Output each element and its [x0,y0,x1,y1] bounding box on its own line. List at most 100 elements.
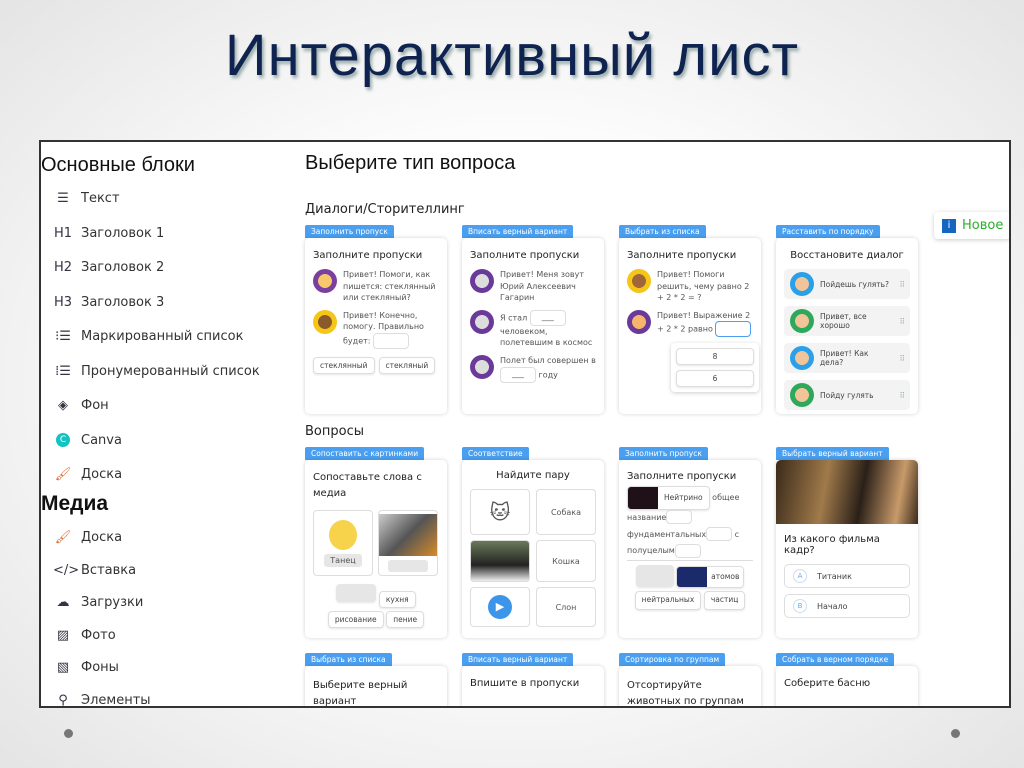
match-word[interactable]: Кошка [536,540,596,582]
new-badge-label: Новое [962,218,1004,233]
sidebar-item[interactable]: </> Вставка [53,563,136,578]
card-tab: Заполнить пропуск [619,447,708,460]
drag-handle-icon[interactable]: ⠿ [900,391,905,400]
media-label: Танец [324,553,362,567]
avatar [627,269,651,293]
message: Привет! Меня зовут Юрий Алексеевич Гагар… [500,270,585,303]
slide-title: Интерактивный лист [224,23,800,88]
dropdown-option[interactable]: 8 [676,348,754,366]
sidebar-item-label: Маркированный список [81,329,244,344]
question-type-card[interactable]: Выберите верный вариант [305,666,447,706]
stripes-icon: ▧ [56,660,70,675]
question-type-card[interactable]: Из какого фильма кадр? A Титаник B Начало [776,460,918,638]
sidebar-item[interactable]: H2 Заголовок 2 [53,260,164,275]
elements-icon: ⚲ [58,692,68,708]
paint-bucket-icon: ◈ [58,398,68,413]
blank-input[interactable]: ___ [500,366,536,383]
dialog-line[interactable]: Пойду гулять ⠿ [784,380,910,410]
match-word[interactable]: Слон [536,587,596,627]
answer-chip[interactable]: пение [386,611,425,628]
sidebar-item[interactable]: 🖌 Доска [53,467,122,482]
answer-chip[interactable]: рисование [327,611,384,628]
audio-slot[interactable]: ▶ [470,587,530,627]
blank-input[interactable]: ___ [529,309,566,326]
message: человеком, полетевшим в космос [500,326,593,348]
answer-chip[interactable]: кухня [378,591,416,608]
text: общее [712,493,740,502]
question-type-card[interactable]: Заполните пропуски Нейтрино общее назван… [619,460,761,638]
sidebar-item[interactable]: ◈ Фон [53,398,109,413]
answer-chip[interactable]: нейтральных [634,591,702,610]
avatar [627,309,651,334]
card-tab: Собрать в верном порядке [776,653,895,666]
answer-chip[interactable]: атомов [676,565,745,589]
sidebar-item[interactable]: 🖌 Доска [53,530,122,545]
dialog-line[interactable]: Привет, все хорошо ⠿ [784,306,910,336]
drag-handle-icon[interactable]: ⠿ [900,354,905,363]
dialog-line[interactable]: Пойдешь гулять? ⠿ [784,269,910,299]
cat-image[interactable]: 🐱 [470,489,530,535]
sidebar-item-label: Загрузки [81,595,144,610]
new-badge[interactable]: i Новое [934,212,1009,239]
sidebar-item[interactable]: ▧ Фоны [53,660,119,675]
answer-chip[interactable]: стеклянный [313,356,375,374]
sidebar-item-label: Заголовок 1 [81,225,165,241]
avatar [790,346,814,370]
question-type-card[interactable]: Соберите басню [776,666,918,706]
option-letter: B [793,599,807,613]
answer-chip[interactable]: стекляный [378,356,436,374]
sidebar-item[interactable]: ⁞☰ Пронумерованный список [53,364,260,379]
answer-chip[interactable]: частиц [703,591,746,610]
question-type-card[interactable]: Восстановите диалог Пойдешь гулять? ⠿ Прив… [776,238,918,414]
slide-dot [951,729,960,738]
kitchen-photo [379,514,437,556]
text: название [627,512,667,522]
dog-photo[interactable] [470,540,530,582]
question-type-card[interactable]: Заполните пропуски Привет! Меня зовут Юр… [462,238,604,414]
card-tab: Сопоставить с картинками [305,447,425,460]
drag-handle-icon[interactable]: ⠿ [900,280,905,289]
slide-dot [64,729,73,738]
blank-input[interactable] [674,543,701,558]
message: Полет был совершен в [500,355,596,365]
sidebar-item-label: Пронумерованный список [81,363,260,379]
select-input[interactable] [715,321,752,338]
question-type-card[interactable]: Найдите пару 🐱 Собака Кошка ▶ Слон [462,460,604,638]
question-type-card[interactable]: Заполните пропуски Привет! Помоги решить… [619,238,761,414]
blank-input[interactable] [666,510,693,525]
sidebar-item[interactable]: ⚲ Элементы [53,692,151,708]
card-tab: Сортировка по группам [619,653,726,666]
question-type-card[interactable]: Сопоставьте слова с медиа Танец кухня ри… [305,460,447,638]
question-type-card[interactable]: Отсортируйте животных по группам [619,666,761,706]
dialog-line[interactable]: Привет! Как дела? ⠿ [784,343,910,373]
sidebar-heading-basic: Основные блоки [41,154,195,176]
sidebar-item[interactable]: H1 Заголовок 1 [53,226,164,241]
sidebar-item[interactable]: C Canva [53,433,122,448]
media-slot[interactable]: Танец [313,510,373,576]
card-tab: Соответствие [462,447,529,460]
play-icon[interactable]: ▶ [488,595,512,619]
answer-option[interactable]: A Титаник [784,564,910,588]
media-slot[interactable] [378,510,438,576]
drag-handle-icon[interactable]: ⠿ [900,317,905,326]
dialog-text: Привет, все хорошо [820,312,867,330]
sidebar-item[interactable]: ⁝☰ Маркированный список [53,329,243,344]
dropdown-list: 8 6 [671,343,759,392]
sidebar-item[interactable]: ▨ Фото [53,628,116,643]
question-type-card[interactable]: Впишите в пропуски [462,666,604,706]
sidebar-item[interactable]: ☁ Загрузки [53,595,144,610]
text: полуцелым [627,546,675,556]
canva-icon: C [56,433,70,447]
sidebar-item-label: Фоны [81,660,119,675]
sidebar-item[interactable]: ☰ Текст [53,191,119,206]
match-word[interactable]: Собака [536,489,596,535]
answer-chip[interactable]: Нейтрино [627,486,710,510]
sidebar-item-label: Элементы [81,692,151,708]
blank-input[interactable] [373,332,410,349]
sidebar-item[interactable]: H3 Заголовок 3 [53,295,164,310]
h3-icon: H3 [53,294,73,310]
dropdown-option[interactable]: 6 [676,370,754,388]
question-type-card[interactable]: Заполните пропуски Привет! Помоги, как п… [305,238,447,414]
blank-input[interactable] [706,527,733,542]
answer-option[interactable]: B Начало [784,594,910,618]
